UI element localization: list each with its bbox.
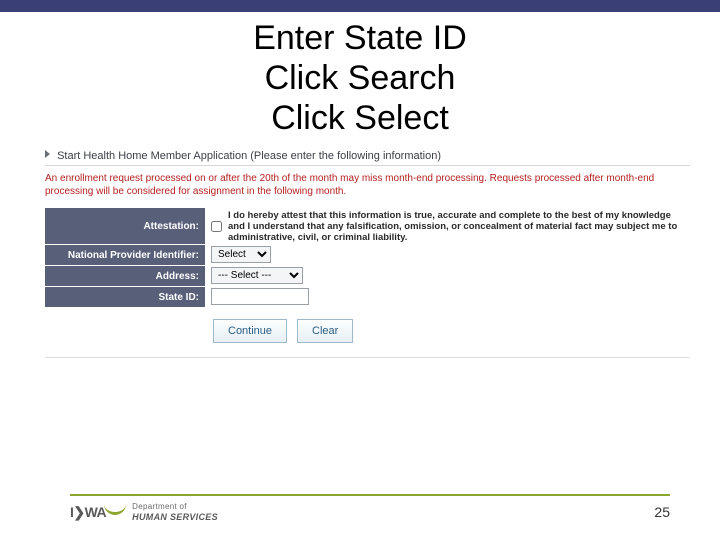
form-button-row: Continue Clear <box>213 319 690 343</box>
form-section-header[interactable]: Start Health Home Member Application (Pl… <box>45 148 690 166</box>
title-line-2: Click Search <box>0 58 720 98</box>
form-section-header-text: Start Health Home Member Application (Pl… <box>57 150 441 162</box>
iowa-wordmark-text: I❯WA <box>70 504 106 520</box>
dhs-logo: I❯WA Department of HUMAN SERVICES <box>70 502 218 522</box>
slide-top-bar <box>0 0 720 12</box>
title-line-3: Click Select <box>0 98 720 138</box>
clear-button[interactable]: Clear <box>297 319 353 343</box>
form-bottom-divider <box>45 357 690 358</box>
dept-line-2: HUMAN SERVICES <box>132 512 218 522</box>
npi-label: National Provider Identifier: <box>45 244 205 265</box>
iowa-wordmark: I❯WA <box>70 504 126 521</box>
state-id-label: State ID: <box>45 286 205 307</box>
dept-line-1: Department of <box>132 502 218 512</box>
state-id-row: State ID: <box>45 286 690 307</box>
attestation-row: Attestation: I do hereby attest that thi… <box>45 208 690 244</box>
title-line-1: Enter State ID <box>0 18 720 58</box>
application-form-screenshot: Start Health Home Member Application (Pl… <box>45 148 690 343</box>
npi-select[interactable]: Select <box>211 246 271 263</box>
swoosh-icon <box>104 502 126 515</box>
footer-divider <box>70 494 670 496</box>
slide-title: Enter State ID Click Search Click Select <box>0 18 720 138</box>
slide-footer: I❯WA Department of HUMAN SERVICES 25 <box>0 494 720 522</box>
continue-button[interactable]: Continue <box>213 319 287 343</box>
processing-warning-text: An enrollment request processed on or af… <box>45 172 690 198</box>
address-label: Address: <box>45 265 205 286</box>
npi-row: National Provider Identifier: Select <box>45 244 690 265</box>
attestation-label: Attestation: <box>45 208 205 244</box>
attestation-text: I do hereby attest that this information… <box>228 210 688 243</box>
state-id-input[interactable] <box>211 288 309 305</box>
page-number: 25 <box>654 504 670 520</box>
address-row: Address: --- Select --- <box>45 265 690 286</box>
attestation-checkbox[interactable] <box>211 221 222 232</box>
address-select[interactable]: --- Select --- <box>211 267 303 284</box>
